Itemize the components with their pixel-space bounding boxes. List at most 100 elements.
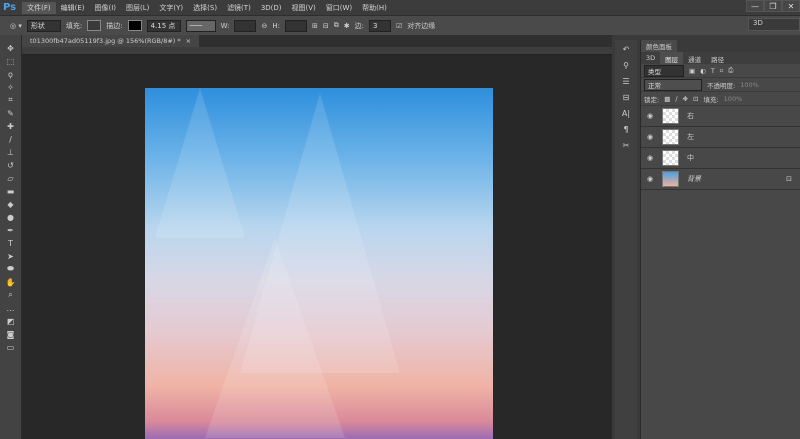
window-controls: — ❐ ✕ — [746, 0, 800, 12]
gear-icon[interactable]: ✱ — [344, 22, 350, 30]
lock-paint-icon[interactable]: ∕ — [675, 95, 677, 103]
tools-options-icon[interactable]: ✂ — [619, 140, 633, 150]
eye-icon[interactable]: ◉ — [641, 175, 659, 183]
hand-tool-icon[interactable]: ✋ — [4, 277, 18, 287]
filter-pixel-icon[interactable]: ▣ — [689, 67, 695, 75]
layer-thumbnail — [662, 108, 679, 124]
restore-button[interactable]: ❐ — [764, 0, 782, 12]
width-input[interactable] — [234, 19, 257, 32]
menu-window[interactable]: 窗口(W) — [321, 2, 357, 14]
layer-name: 背景 — [687, 175, 701, 183]
menu-layer[interactable]: 图层(L) — [121, 2, 154, 14]
filter-type-icon[interactable]: T — [711, 67, 715, 75]
document-tab-label: t01300fb47ad05119f3.jpg @ 156%(RGB/8#) * — [30, 37, 181, 45]
path-arrangement-icon[interactable]: ⧉ — [334, 21, 339, 30]
more-tools-icon[interactable]: … — [4, 303, 18, 313]
menu-3d[interactable]: 3D(D) — [256, 3, 287, 13]
fill-label: 填充: — [65, 21, 83, 30]
dodge-tool-icon[interactable]: ● — [4, 212, 18, 222]
menu-type[interactable]: 文字(Y) — [154, 2, 188, 14]
eye-icon[interactable]: ◉ — [641, 133, 659, 141]
healing-brush-icon[interactable]: ✚ — [4, 121, 18, 131]
shape-mode-select[interactable]: 形状 — [26, 19, 61, 32]
zoom-tool-icon[interactable]: ⌕ — [4, 290, 18, 300]
fill-value[interactable]: 100% — [724, 95, 743, 103]
filter-kind-select[interactable]: 类型 — [644, 64, 684, 77]
menu-filter[interactable]: 滤镜(T) — [222, 2, 256, 14]
panel-title[interactable]: 颜色面板 — [641, 40, 677, 52]
layer-row[interactable]: ◉ 背景 ⊡ — [641, 169, 800, 190]
stroke-width-input[interactable]: 4.15 点 — [146, 19, 181, 32]
filter-smart-icon[interactable]: ⎙ — [728, 66, 733, 75]
lock-all-icon[interactable]: ⊡ — [693, 95, 698, 103]
eye-icon[interactable]: ◉ — [641, 154, 659, 162]
filter-shape-icon[interactable]: ⌑ — [720, 67, 723, 75]
menu-edit[interactable]: 编辑(E) — [56, 2, 90, 14]
shape-tool-icon[interactable]: ⬬ — [4, 264, 18, 274]
lock-transparent-icon[interactable]: ▩ — [664, 95, 670, 103]
blur-tool-icon[interactable]: ◆ — [4, 199, 18, 209]
crop-tool-icon[interactable]: ⌗ — [4, 95, 18, 105]
character-icon[interactable]: A| — [619, 108, 633, 118]
close-tab-icon[interactable]: × — [186, 37, 191, 45]
minimize-button[interactable]: — — [746, 0, 764, 12]
history-icon[interactable]: ↶ — [619, 44, 633, 54]
layer-thumbnail — [662, 129, 679, 145]
link-icon[interactable]: ⊖ — [261, 22, 267, 30]
path-operations-icon[interactable]: ⊞ — [312, 22, 318, 30]
screen-mode-icon[interactable]: ▭ — [4, 342, 18, 352]
magic-wand-icon[interactable]: ✧ — [4, 82, 18, 92]
menu-file[interactable]: 文件(F) — [22, 1, 56, 14]
stroke-swatch[interactable] — [127, 20, 142, 31]
height-input[interactable] — [284, 19, 307, 32]
filter-adjust-icon[interactable]: ◐ — [700, 67, 706, 75]
quick-mask-icon[interactable]: ◙ — [4, 329, 18, 339]
lasso-tool-icon[interactable]: ϙ — [4, 69, 18, 79]
menu-view[interactable]: 视图(V) — [287, 2, 321, 14]
layer-comps-icon[interactable]: ⊟ — [619, 92, 633, 102]
layer-name: 左 — [687, 133, 694, 141]
tab-paths[interactable]: 路径 — [706, 52, 729, 64]
document-tab[interactable]: t01300fb47ad05119f3.jpg @ 156%(RGB/8#) *… — [22, 35, 200, 47]
blend-mode-select[interactable]: 正常 — [644, 78, 702, 91]
lock-icon: ⊡ — [786, 175, 792, 183]
menu-select[interactable]: 选择(S) — [188, 2, 222, 14]
marquee-tool-icon[interactable]: ⬚ — [4, 56, 18, 66]
paragraph-icon[interactable]: ¶ — [619, 124, 633, 134]
clone-stamp-icon[interactable]: ⊥ — [4, 147, 18, 157]
eyedropper-icon[interactable]: ✎ — [4, 108, 18, 118]
brush-presets-icon[interactable]: ⚲ — [619, 60, 633, 70]
close-button[interactable]: ✕ — [782, 0, 800, 12]
tab-3d[interactable]: 3D — [641, 52, 660, 64]
tool-preset-icon[interactable]: ◎ ▾ — [10, 22, 22, 30]
lock-position-icon[interactable]: ✥ — [683, 95, 688, 103]
history-brush-icon[interactable]: ↺ — [4, 160, 18, 170]
brush-tool-icon[interactable]: ∕ — [4, 134, 18, 144]
type-tool-icon[interactable]: T — [4, 238, 18, 248]
document-canvas[interactable] — [145, 88, 493, 439]
layer-row[interactable]: ◉ 右 — [641, 106, 800, 127]
tab-channels[interactable]: 通道 — [683, 52, 706, 64]
fill-swatch[interactable] — [87, 20, 102, 31]
eraser-icon[interactable]: ▱ — [4, 173, 18, 183]
stroke-type-select[interactable]: ─── — [185, 19, 216, 32]
align-edges-checkbox[interactable]: ☑ — [396, 22, 402, 30]
menu-help[interactable]: 帮助(H) — [357, 2, 392, 14]
gradient-tool-icon[interactable]: ▬ — [4, 186, 18, 196]
move-tool-icon[interactable]: ✥ — [4, 43, 18, 53]
opacity-value[interactable]: 100% — [740, 81, 759, 89]
layer-row[interactable]: ◉ 左 — [641, 127, 800, 148]
tab-layers[interactable]: 图层 — [660, 52, 684, 64]
menu-image[interactable]: 图像(I) — [90, 2, 122, 14]
tools-panel: ✥ ⬚ ϙ ✧ ⌗ ✎ ✚ ∕ ⊥ ↺ ▱ ▬ ◆ ● ✒ T ➤ ⬬ ✋ ⌕ … — [0, 35, 22, 439]
color-swatches-icon[interactable]: ◩ — [4, 316, 18, 326]
adjustments-icon[interactable]: ☰ — [619, 76, 633, 86]
workspace-select[interactable]: 3D — [748, 18, 800, 31]
layer-name: 右 — [687, 112, 694, 120]
sides-input[interactable]: 3 — [368, 19, 391, 32]
path-selection-icon[interactable]: ➤ — [4, 251, 18, 261]
pen-tool-icon[interactable]: ✒ — [4, 225, 18, 235]
layer-row[interactable]: ◉ 中 — [641, 148, 800, 169]
path-alignment-icon[interactable]: ⊟ — [323, 22, 329, 30]
eye-icon[interactable]: ◉ — [641, 112, 659, 120]
